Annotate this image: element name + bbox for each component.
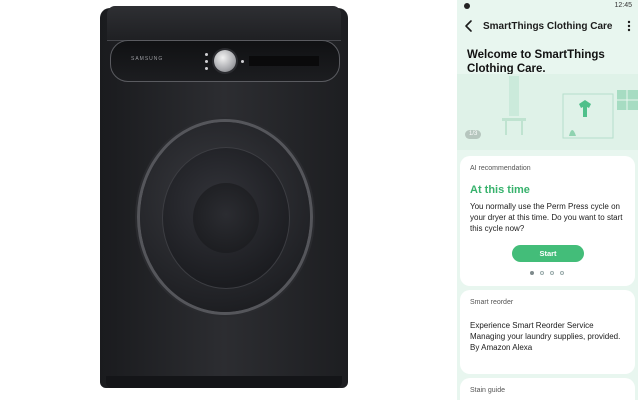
ai-heading: At this time xyxy=(470,184,530,196)
reorder-line: Experience Smart Reorder Service xyxy=(470,321,594,330)
status-time: 12:45 xyxy=(614,2,632,9)
ai-recommendation-card: AI recommendation At this time You norma… xyxy=(460,156,635,286)
back-arrow-icon[interactable] xyxy=(462,19,476,33)
stain-guide-card[interactable]: Stain guide xyxy=(460,378,635,400)
washer-lid xyxy=(107,6,341,41)
reorder-line: Managing your laundry supplies, provided… xyxy=(470,332,621,341)
washer-door xyxy=(140,122,310,312)
indicator-light xyxy=(241,60,244,63)
washer-cycle-dial xyxy=(214,50,236,72)
carousel-dot-active[interactable] xyxy=(530,271,534,275)
washer-drum xyxy=(193,183,259,253)
more-vertical-icon[interactable] xyxy=(624,19,634,33)
welcome-title: Welcome to SmartThings Clothing Care. xyxy=(467,49,605,75)
app-bar: SmartThings Clothing Care xyxy=(457,14,638,40)
smart-reorder-card[interactable]: Smart reorder Experience Smart Reorder S… xyxy=(460,290,635,374)
phone-frame: 12:45 SmartThings Clothing Care Welcome … xyxy=(455,0,640,400)
reorder-body-text: Experience Smart Reorder Service Managin… xyxy=(470,320,632,353)
indicator-light xyxy=(205,67,208,70)
washer-display xyxy=(249,56,319,66)
indicator-light xyxy=(205,53,208,56)
washer-base xyxy=(106,376,342,388)
app-title: SmartThings Clothing Care xyxy=(483,21,613,32)
washer-product-image: SAMSUNG xyxy=(0,0,455,400)
phone-screen: 12:45 SmartThings Clothing Care Welcome … xyxy=(457,0,638,400)
hero-illustration xyxy=(457,74,638,150)
ai-body-text: You normally use the Perm Press cycle on… xyxy=(470,202,623,233)
carousel-dot[interactable] xyxy=(560,271,564,275)
start-button[interactable]: Start xyxy=(512,245,584,262)
camera-cutout-icon xyxy=(464,3,470,9)
card-label: Smart reorder xyxy=(470,299,514,306)
washer-brand-logo: SAMSUNG xyxy=(131,56,164,62)
indicator-light xyxy=(205,60,208,63)
card-label: Stain guide xyxy=(470,387,506,394)
carousel-dot[interactable] xyxy=(550,271,554,275)
carousel-dots xyxy=(530,271,570,277)
status-bar: 12:45 xyxy=(457,0,638,12)
page-indicator: 1/3 xyxy=(465,130,482,139)
carousel-dot[interactable] xyxy=(540,271,544,275)
reorder-line: By Amazon Alexa xyxy=(470,343,533,352)
washer-door-glass xyxy=(162,147,290,289)
washer-control-panel: SAMSUNG xyxy=(110,40,340,82)
card-label: AI recommendation xyxy=(470,165,531,172)
